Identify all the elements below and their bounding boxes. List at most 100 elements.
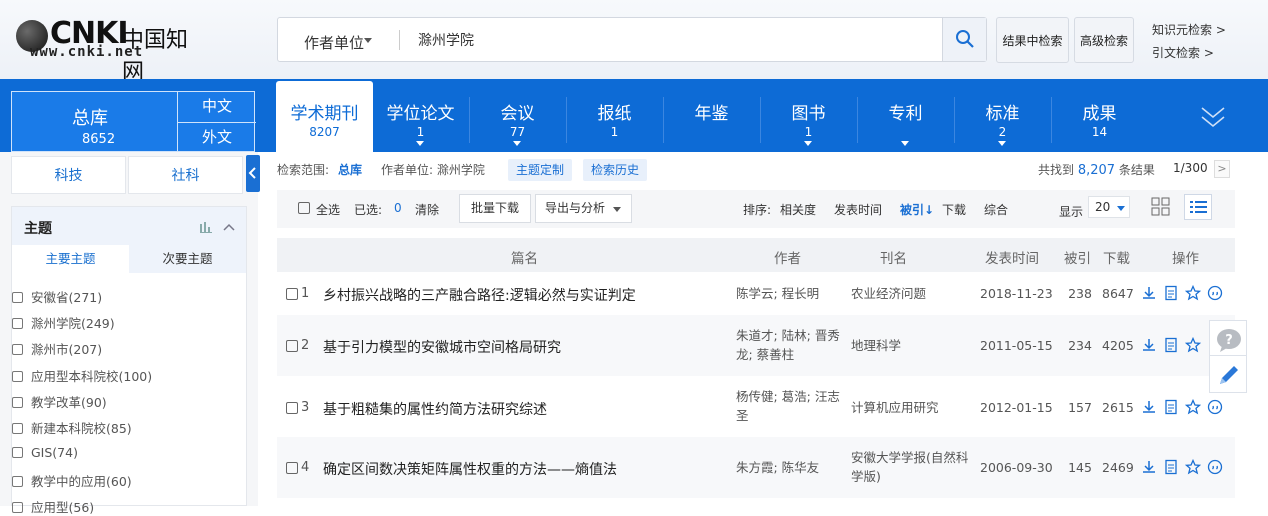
scope-value[interactable]: 总库: [338, 161, 362, 178]
facet-item[interactable]: 应用型(56): [12, 497, 94, 516]
article-title-link[interactable]: 基于引力模型的安徽城市空间格局研究: [323, 337, 561, 357]
collapse-sidebar-button[interactable]: [246, 155, 260, 192]
column-cited[interactable]: 被引: [1064, 247, 1091, 267]
favorite-star-icon[interactable]: [1185, 399, 1201, 415]
sort-cited[interactable]: 被引↓: [900, 201, 934, 218]
search-history-button[interactable]: 检索历史: [583, 159, 648, 181]
chevron-down-icon[interactable]: [416, 141, 424, 146]
clear-button[interactable]: 清除: [415, 201, 439, 218]
article-title-link[interactable]: 基于粗糙集的属性约简方法研究综述: [323, 399, 547, 419]
authors[interactable]: 陈学云; 程长明: [736, 284, 846, 303]
tab-standards[interactable]: 标准 2: [954, 79, 1051, 152]
facet-item[interactable]: 应用型本科院校(100): [12, 366, 152, 385]
tab-newspapers[interactable]: 报纸 1: [566, 79, 663, 152]
tab-achievements[interactable]: 成果 14: [1051, 79, 1148, 152]
tab-journals[interactable]: 学术期刊 8207: [276, 81, 373, 152]
favorite-star-icon[interactable]: [1185, 337, 1201, 353]
chevron-down-icon[interactable]: [998, 141, 1006, 146]
tab-secondary-topics[interactable]: 次要主题: [129, 245, 246, 273]
tab-science[interactable]: 科技: [11, 156, 126, 194]
checkbox[interactable]: [12, 344, 23, 355]
chinese-button[interactable]: 中文: [177, 92, 256, 122]
grid-view-icon[interactable]: [1150, 196, 1172, 221]
select-all-label[interactable]: 全选: [316, 201, 340, 218]
chevron-down-icon[interactable]: [364, 38, 372, 43]
chevron-down-icon[interactable]: [513, 141, 521, 146]
tab-social-science[interactable]: 社科: [128, 156, 243, 194]
checkbox[interactable]: [12, 397, 23, 408]
facet-header[interactable]: 主题: [12, 207, 246, 245]
favorite-star-icon[interactable]: [1185, 285, 1201, 301]
checkbox[interactable]: [12, 502, 23, 513]
chevron-down-icon[interactable]: [804, 141, 812, 146]
download-icon[interactable]: [1141, 459, 1157, 475]
sort-overall[interactable]: 综合: [984, 201, 1008, 218]
sort-download[interactable]: 下载: [942, 201, 966, 218]
select-all-checkbox[interactable]: [298, 202, 310, 214]
source-journal[interactable]: 计算机应用研究: [851, 398, 976, 417]
tab-main-topics[interactable]: 主要主题: [12, 245, 129, 273]
batch-download-button[interactable]: 批量下载: [459, 194, 531, 223]
tab-theses[interactable]: 学位论文 1: [372, 79, 469, 152]
checkbox[interactable]: [12, 447, 23, 458]
checkbox[interactable]: [12, 318, 23, 329]
authors[interactable]: 杨传健; 葛浩; 汪志圣: [736, 387, 846, 425]
facet-item[interactable]: GIS(74): [12, 445, 78, 460]
checkbox[interactable]: [12, 423, 23, 434]
html-read-icon[interactable]: [1163, 337, 1179, 353]
download-icon[interactable]: [1141, 285, 1157, 301]
facet-item[interactable]: 滁州市(207): [12, 339, 102, 358]
row-checkbox[interactable]: [286, 462, 298, 474]
knowledge-search-link[interactable]: 知识元检索 >: [1152, 21, 1226, 38]
html-read-icon[interactable]: [1163, 285, 1179, 301]
html-read-icon[interactable]: [1163, 399, 1179, 415]
chevron-down-icon[interactable]: [901, 141, 909, 146]
topic-customize-button[interactable]: 主题定制: [508, 159, 573, 181]
facet-item[interactable]: 安徽省(271): [12, 287, 102, 306]
row-checkbox[interactable]: [286, 340, 298, 352]
row-checkbox[interactable]: [286, 402, 298, 414]
help-float-button[interactable]: ?: [1209, 320, 1247, 358]
page-size-select[interactable]: 20: [1088, 196, 1130, 218]
next-page-button[interactable]: >: [1214, 160, 1230, 178]
search-in-results-button[interactable]: 结果中检索: [996, 17, 1069, 63]
row-checkbox[interactable]: [286, 288, 298, 300]
tab-books[interactable]: 图书 1: [760, 79, 857, 152]
authors[interactable]: 朱道才; 陆林; 晋秀龙; 蔡善柱: [736, 326, 846, 364]
tab-yearbooks[interactable]: 年鉴: [663, 79, 760, 152]
source-journal[interactable]: 农业经济问题: [851, 284, 976, 303]
source-journal[interactable]: 安徽大学学报(自然科学版): [851, 448, 976, 486]
facet-item[interactable]: 教学改革(90): [12, 392, 107, 411]
column-downloads[interactable]: 下载: [1103, 247, 1130, 267]
quote-icon[interactable]: [1207, 285, 1223, 301]
total-database[interactable]: 总库 8652 中文 外文: [11, 91, 256, 152]
tab-conferences[interactable]: 会议 77: [469, 79, 566, 152]
article-title-link[interactable]: 确定区间数决策矩阵属性权重的方法——熵值法: [323, 459, 617, 479]
export-analysis-button[interactable]: 导出与分析: [535, 194, 632, 223]
tab-patents[interactable]: 专利: [857, 79, 954, 152]
checkbox[interactable]: [12, 476, 23, 487]
more-databases-icon[interactable]: [1200, 104, 1226, 134]
cnki-logo[interactable]: CNKI 中国知网 www.cnki.net: [14, 14, 204, 85]
list-view-icon[interactable]: [1184, 194, 1212, 220]
checkbox[interactable]: [12, 371, 23, 382]
chart-and-collapse-icons[interactable]: [200, 221, 236, 237]
citation-search-link[interactable]: 引文检索 >: [1152, 44, 1214, 61]
sort-relevance[interactable]: 相关度: [780, 201, 816, 218]
sort-date[interactable]: 发表时间: [834, 201, 882, 218]
download-icon[interactable]: [1141, 399, 1157, 415]
search-field-select[interactable]: 作者单位: [304, 32, 364, 53]
column-date[interactable]: 发表时间: [985, 247, 1039, 267]
favorite-star-icon[interactable]: [1185, 459, 1201, 475]
source-journal[interactable]: 地理科学: [851, 336, 976, 355]
foreign-button[interactable]: 外文: [177, 122, 256, 152]
quote-icon[interactable]: [1207, 459, 1223, 475]
article-title-link[interactable]: 乡村振兴战略的三产融合路径:逻辑必然与实证判定: [323, 285, 636, 305]
facet-item[interactable]: 教学中的应用(60): [12, 471, 132, 490]
quote-icon[interactable]: [1207, 399, 1223, 415]
download-icon[interactable]: [1141, 337, 1157, 353]
authors[interactable]: 朱方霞; 陈华友: [736, 458, 846, 477]
facet-item[interactable]: 滁州学院(249): [12, 313, 115, 332]
search-input[interactable]: [418, 28, 918, 52]
search-button[interactable]: [942, 18, 986, 61]
